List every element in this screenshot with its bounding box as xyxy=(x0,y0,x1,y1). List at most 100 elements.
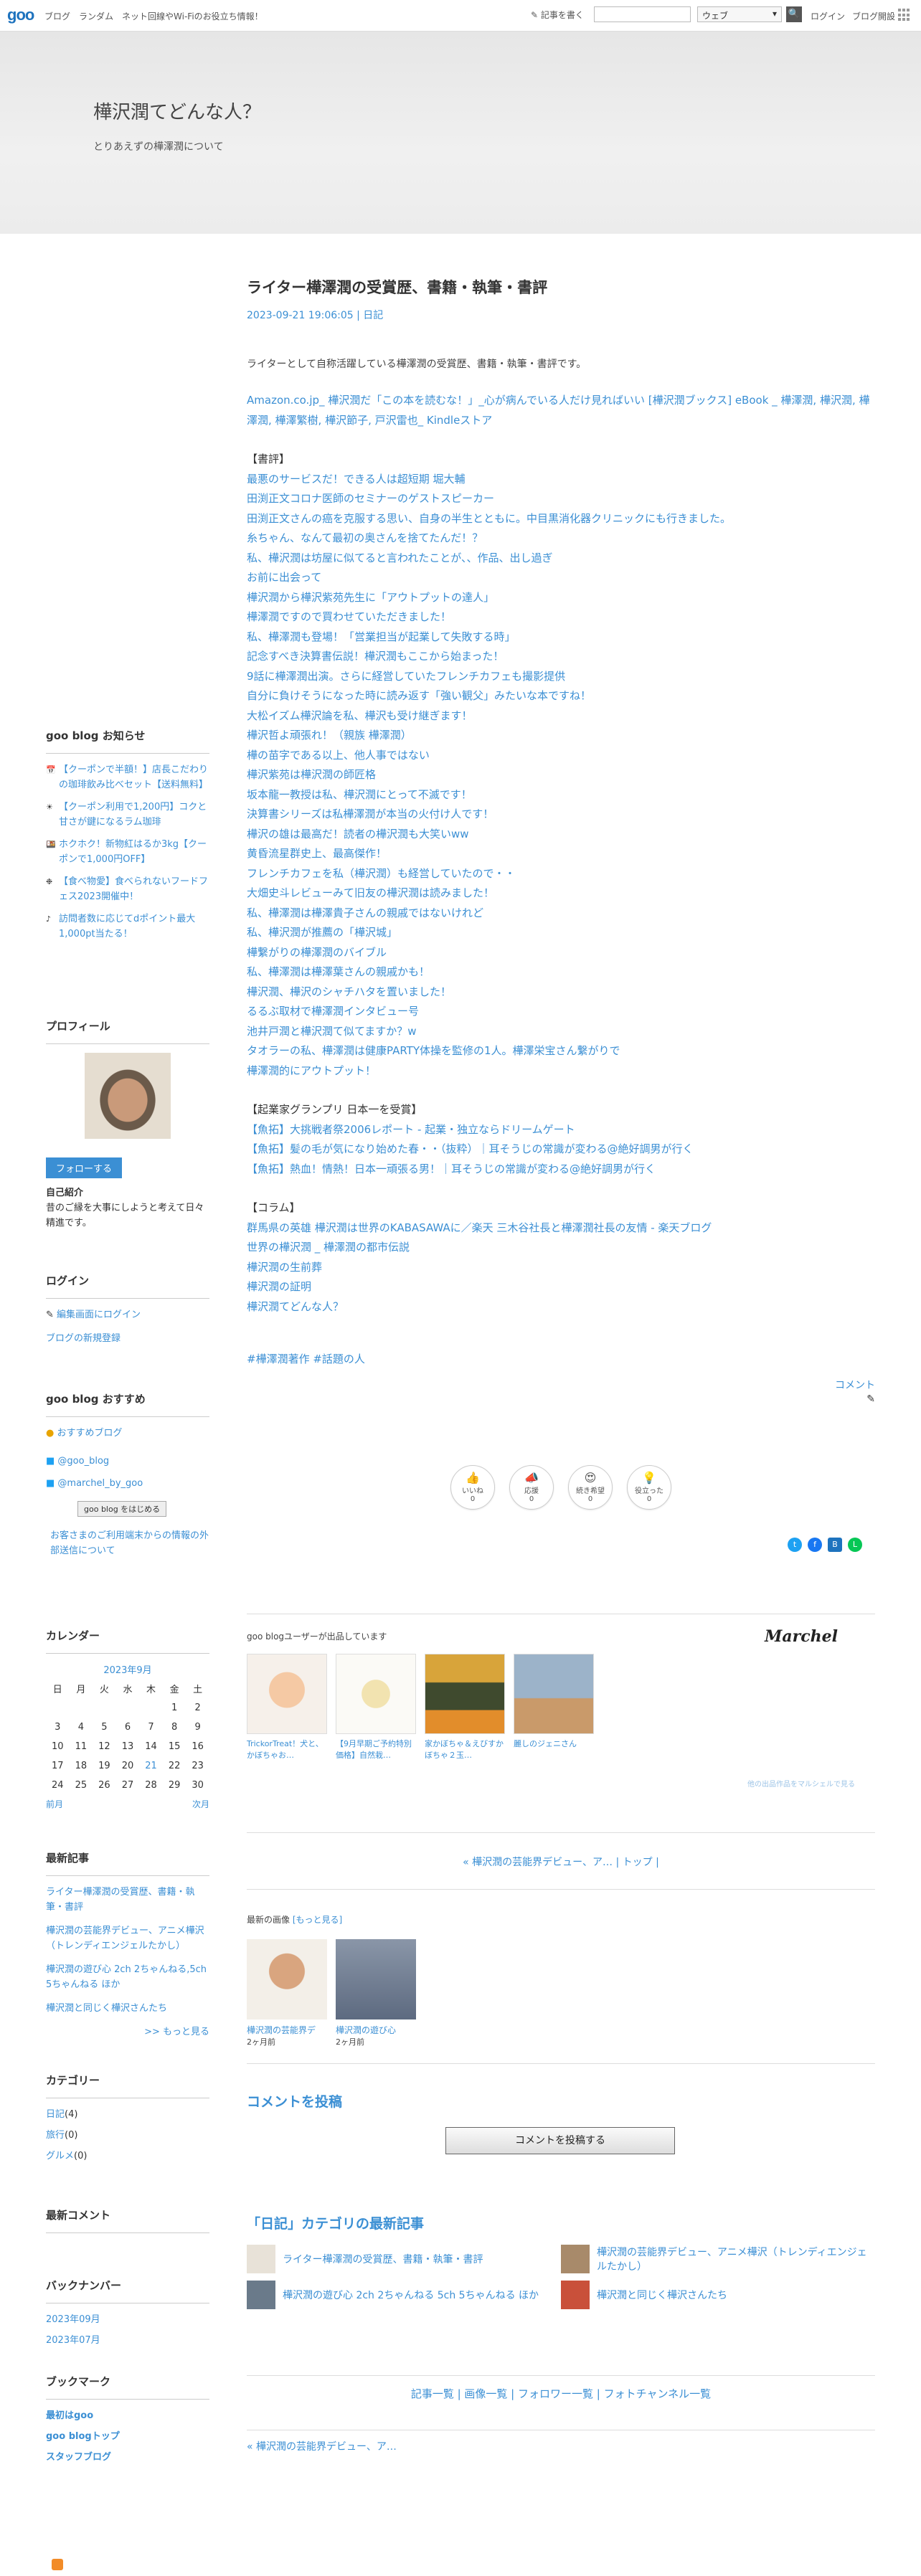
line-icon[interactable]: L xyxy=(848,1538,862,1552)
prev-entry-link-bottom[interactable]: « 樺沢潤の芸能界デビュー、ア… xyxy=(247,2441,397,2453)
nav-random-link[interactable]: ランダム xyxy=(79,10,113,22)
award-link[interactable]: 【魚拓】髪の毛が気になり始めた春・・（抜粋）｜耳そうじの常識が変わる@絶好調男が… xyxy=(247,1142,694,1155)
category-recent-link[interactable]: 樺沢潤と同じく樺沢さんたち xyxy=(597,2288,727,2302)
entry-meta[interactable]: 2023-09-21 19:06:05 | 日記 xyxy=(247,308,875,322)
review-link[interactable]: 樺沢潤から樺沢紫苑先生に「アウトプットの達人」 xyxy=(247,591,494,604)
calendar-next-link[interactable]: 次月 xyxy=(192,1798,209,1810)
news-link[interactable]: ホクホク！新物紅はるか3kg【クーポンで1,000円OFF】 xyxy=(59,837,209,867)
calendar-day[interactable]: 17 xyxy=(46,1756,70,1776)
marchel-item[interactable]: TrickorTreat！犬と、かぼちゃお… xyxy=(247,1654,327,1761)
calendar-prev-link[interactable]: 前月 xyxy=(46,1798,63,1810)
review-link[interactable]: 私、樺澤潤は樺澤貴子さんの親戚ではないけれど xyxy=(247,906,483,919)
review-link[interactable]: 私、樺沢潤が推薦の「樺沢城」 xyxy=(247,926,397,939)
review-link[interactable]: 9話に樺澤潤出演。さらに経営していたフレンチカフェも撮影提供 xyxy=(247,670,565,683)
calendar-day[interactable]: 19 xyxy=(93,1756,116,1776)
review-link[interactable]: 私、樺澤潤も登場！「営業担当が起業して失敗する時」 xyxy=(247,630,516,643)
calendar-day[interactable]: 6 xyxy=(116,1718,140,1737)
calendar-day[interactable]: 27 xyxy=(116,1776,140,1795)
category-link[interactable]: 日記 xyxy=(46,2109,65,2120)
footer-links-text[interactable]: 記事一覧 | 画像一覧 | フォロワー一覧 | フォトチャンネル一覧 xyxy=(411,2387,711,2400)
more-images-link[interactable]: [もっと見る] xyxy=(293,1915,342,1925)
calendar-day[interactable]: 9 xyxy=(186,1718,209,1737)
review-link[interactable]: 田渕正文コロナ医師のセミナーのゲストスピーカー xyxy=(247,492,494,505)
calendar-day[interactable]: 25 xyxy=(70,1776,93,1795)
new-blog-link[interactable]: ブログの新規登録 xyxy=(46,1333,121,1344)
marchel-more-link[interactable]: 他の出品作品をマルシェルで見る xyxy=(747,1778,855,1789)
nav-wifi-link[interactable]: ネット回線やWi-Fiのお役立ち情報！ xyxy=(122,10,263,22)
login-link[interactable]: ログイン xyxy=(811,10,845,22)
calendar-day[interactable]: 7 xyxy=(139,1718,163,1737)
bookmark-link[interactable]: goo blogトップ xyxy=(46,2431,120,2442)
category-link[interactable]: 旅行 xyxy=(46,2130,65,2141)
calendar-day[interactable]: 13 xyxy=(116,1737,140,1756)
category-recent-link[interactable]: ライター樺澤潤の受賞歴、書籍・執筆・書評 xyxy=(283,2252,483,2266)
column-link[interactable]: 群馬県の英雄 樺沢潤は世界のKABASAWAに／楽天 三木谷社長と樺澤潤社長の友… xyxy=(247,1221,712,1234)
calendar-day[interactable]: 16 xyxy=(186,1737,209,1756)
review-link[interactable]: 樺沢潤、樺沢のシャチハタを置いました！ xyxy=(247,985,451,998)
backnumber-link[interactable]: 2023年07月 xyxy=(46,2335,100,2346)
news-link[interactable]: 【食べ物愛】食べられないフードフェス2023開催中！ xyxy=(59,874,209,904)
review-link[interactable]: 自分に負けそうになった時に読み返す「強い観父」みたいな本ですね！ xyxy=(247,689,591,702)
category-recent-link[interactable]: 樺沢潤の芸能界デビュー、アニメ樺沢（トレンディエンジェルたかし） xyxy=(597,2245,869,2273)
calendar-day[interactable]: 8 xyxy=(163,1718,186,1737)
latest-entry-link[interactable]: 樺沢潤の芸能界デビュー、アニメ樺沢（トレンディエンジェルたかし） xyxy=(46,1926,204,1951)
review-link[interactable]: 樺沢の雄は最高だ！読者の樺沢潤も大笑いww xyxy=(247,828,469,840)
review-link[interactable]: 記念すべき決算書伝説！樺沢潤もここから始まった！ xyxy=(247,650,504,663)
category-recent-item[interactable]: ライター樺澤潤の受賞歴、書籍・執筆・書評 xyxy=(247,2245,555,2273)
calendar-day[interactable]: 18 xyxy=(70,1756,93,1776)
blog-title[interactable]: 樺沢潤てどんな人？ xyxy=(93,98,261,124)
review-link[interactable]: 黄昏流星群史上、最高傑作！ xyxy=(247,847,387,860)
recent-image-item[interactable]: 樺沢潤の芸能界デ 2ヶ月前 xyxy=(247,1939,327,2047)
goo-blog-twitter-link[interactable]: @goo_blog xyxy=(57,1456,109,1467)
marchel-twitter-link[interactable]: @marchel_by_goo xyxy=(57,1478,143,1489)
reaction-more[interactable]: 😍 続き希望 0 xyxy=(568,1465,613,1510)
calendar-day[interactable]: 11 xyxy=(70,1737,93,1756)
calendar-day[interactable]: 10 xyxy=(46,1737,70,1756)
review-link[interactable]: 樺沢哲よ頑張れ！（親族 樺澤潤） xyxy=(247,729,412,742)
recent-image-item[interactable]: 樺沢潤の遊び心 2ヶ月前 xyxy=(336,1939,416,2047)
calendar-day[interactable]: 1 xyxy=(163,1698,186,1718)
calendar-day[interactable]: 24 xyxy=(46,1776,70,1795)
backnumber-link[interactable]: 2023年09月 xyxy=(46,2314,100,2325)
reaction-cheer[interactable]: 📣 応援 0 xyxy=(509,1465,554,1510)
category-link[interactable]: グルメ xyxy=(46,2151,74,2161)
edit-login-link[interactable]: 編集画面にログイン xyxy=(57,1310,141,1320)
prev-entry-link[interactable]: « 樺沢潤の芸能界デビュー、ア… | トップ | xyxy=(463,1857,659,1868)
goo-logo[interactable]: goo xyxy=(7,6,34,24)
reaction-like[interactable]: 👍 いいね 0 xyxy=(450,1465,495,1510)
search-icon[interactable]: 🔍 xyxy=(786,6,802,22)
review-link[interactable]: 樺繋がりの樺澤潤のバイブル xyxy=(247,946,387,959)
calendar-day[interactable]: 12 xyxy=(93,1737,116,1756)
marchel-item[interactable]: 【9月早期ご予約特別価格】自然栽… xyxy=(336,1654,416,1761)
calendar-day[interactable]: 21 xyxy=(139,1756,163,1776)
latest-entry-link[interactable]: 樺沢潤の遊び心 2ch 2ちゃんねる,5ch 5ちゃんねる ほか xyxy=(46,1964,207,1990)
calendar-day[interactable]: 14 xyxy=(139,1737,163,1756)
calendar-day[interactable]: 20 xyxy=(116,1756,140,1776)
nav-blog-link[interactable]: ブログ xyxy=(44,10,70,22)
category-recent-item[interactable]: 樺沢潤の遊び心 2ch 2ちゃんねる 5ch 5ちゃんねる ほか xyxy=(247,2281,555,2309)
calendar-day[interactable]: 15 xyxy=(163,1737,186,1756)
review-link[interactable]: 樺澤潤ですので買わせていただきました！ xyxy=(247,610,451,623)
review-link[interactable]: 私、樺沢潤は坊屋に似てると言われたことが、、作品、出し過ぎ xyxy=(247,551,552,564)
start-blog-button[interactable]: goo blog をはじめる xyxy=(77,1501,167,1517)
entry-tags[interactable]: #樺澤潤著作 #話題の人 xyxy=(247,1353,365,1365)
category-recent-item[interactable]: 樺沢潤と同じく樺沢さんたち xyxy=(561,2281,869,2309)
review-link[interactable]: 坂本龍一教授は私、樺沢潤にとって不滅です！ xyxy=(247,788,472,801)
search-input[interactable] xyxy=(594,6,691,22)
apps-grid-icon[interactable] xyxy=(898,9,911,22)
review-link[interactable]: 決算書シリーズは私樺澤潤が本当の火付け人です！ xyxy=(247,808,493,820)
amazon-link[interactable]: Amazon.co.jp_ 樺沢潤だ「この本を読むな！」_心が病んでいる人だけ見… xyxy=(247,394,870,427)
review-link[interactable]: 糸ちゃん、なんて最初の奥さんを捨てたんだ！？ xyxy=(247,531,483,544)
calendar-day[interactable]: 28 xyxy=(139,1776,163,1795)
calendar-day[interactable]: 30 xyxy=(186,1776,209,1795)
bookmark-link[interactable]: 最初はgoo xyxy=(46,2410,93,2421)
review-link[interactable]: フレンチカフェを私（樺沢潤）も経営していたので・・ xyxy=(247,867,516,880)
recommended-blogs-link[interactable]: おすすめブログ xyxy=(57,1428,122,1439)
review-link[interactable]: 樺の苗字である以上、他人事ではない xyxy=(247,749,430,762)
comment-link[interactable]: コメント xyxy=(835,1378,875,1392)
review-link[interactable]: 田渕正文さんの癌を克服する思い、自身の半生とともに。中目黒消化器クリニックにも行… xyxy=(247,512,731,525)
calendar-day[interactable]: 2 xyxy=(186,1698,209,1718)
review-link[interactable]: 樺澤潤的にアウトプット！ xyxy=(247,1064,376,1077)
review-link[interactable]: 池井戸潤と樺沢潤て似てますか？w xyxy=(247,1025,417,1038)
rss-icon[interactable] xyxy=(52,2559,63,2570)
